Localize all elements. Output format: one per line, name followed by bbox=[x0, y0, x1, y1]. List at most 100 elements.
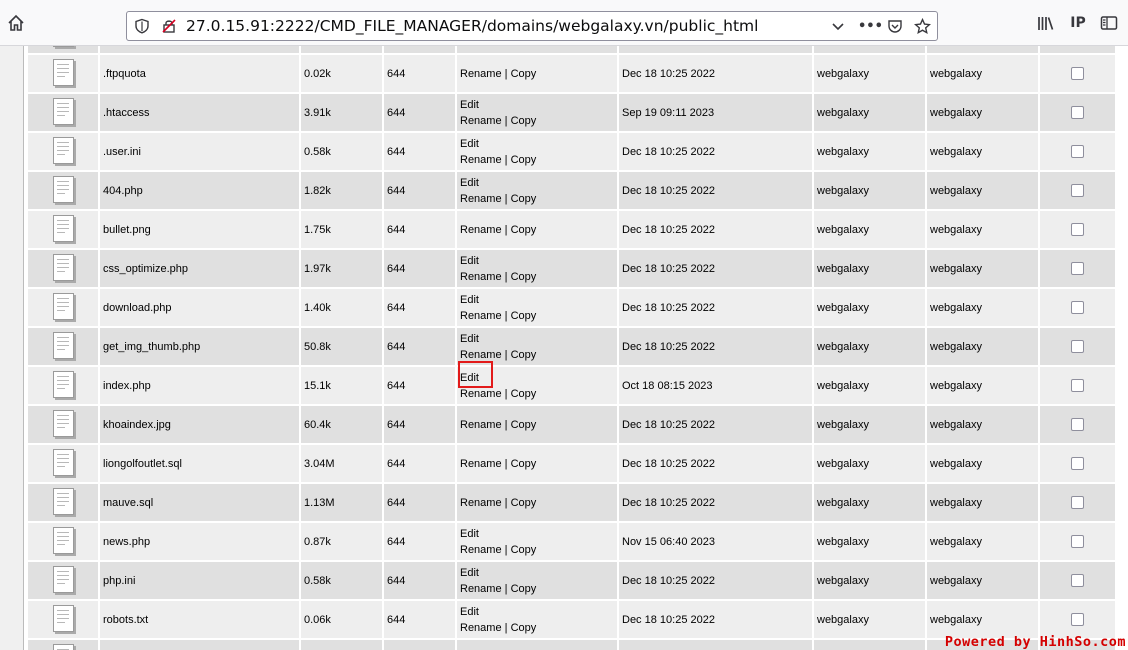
file-name[interactable]: robots.txt bbox=[100, 601, 299, 638]
file-permission[interactable]: 644 bbox=[384, 445, 455, 482]
copy-link[interactable]: Copy bbox=[511, 224, 537, 236]
file-icon[interactable] bbox=[52, 136, 74, 164]
file-name[interactable]: css_optimize.php bbox=[100, 250, 299, 287]
select-checkbox[interactable] bbox=[1071, 145, 1084, 158]
copy-link[interactable]: Copy bbox=[511, 193, 537, 205]
rename-link[interactable]: Rename bbox=[460, 115, 502, 127]
rename-link[interactable]: Rename bbox=[460, 388, 502, 400]
select-checkbox[interactable] bbox=[1071, 262, 1084, 275]
file-permission[interactable]: 644 bbox=[384, 289, 455, 326]
select-checkbox[interactable] bbox=[1071, 223, 1084, 236]
copy-link[interactable]: Copy bbox=[511, 310, 537, 322]
file-permission[interactable] bbox=[384, 46, 455, 53]
edit-link[interactable]: Edit bbox=[460, 177, 479, 189]
file-permission[interactable]: 644 bbox=[384, 328, 455, 365]
copy-link[interactable]: Copy bbox=[511, 349, 537, 361]
file-icon[interactable] bbox=[52, 448, 74, 476]
copy-link[interactable]: Copy bbox=[511, 271, 537, 283]
edit-link[interactable]: Edit bbox=[460, 138, 479, 150]
edit-link[interactable]: Edit bbox=[460, 606, 479, 618]
copy-link[interactable]: Copy bbox=[511, 544, 537, 556]
copy-link[interactable]: Copy bbox=[511, 115, 537, 127]
file-permission[interactable]: 644 bbox=[384, 562, 455, 599]
rename-link[interactable]: Rename bbox=[460, 458, 502, 470]
select-checkbox[interactable] bbox=[1071, 106, 1084, 119]
file-permission[interactable]: 644 bbox=[384, 211, 455, 248]
rename-link[interactable]: Rename bbox=[460, 419, 502, 431]
rename-link[interactable]: Rename bbox=[460, 193, 502, 205]
insecure-lock-icon[interactable] bbox=[160, 18, 178, 36]
file-name[interactable]: .htaccess bbox=[100, 94, 299, 131]
copy-link[interactable]: Copy bbox=[511, 68, 537, 80]
file-icon[interactable] bbox=[52, 487, 74, 515]
file-name[interactable]: .ftpquota bbox=[100, 55, 299, 92]
file-permission[interactable]: 644 bbox=[384, 406, 455, 443]
file-icon[interactable] bbox=[52, 604, 74, 632]
select-checkbox[interactable] bbox=[1071, 457, 1084, 470]
file-name[interactable]: mauve.sql bbox=[100, 484, 299, 521]
select-checkbox[interactable] bbox=[1071, 67, 1084, 80]
file-icon[interactable] bbox=[52, 214, 74, 242]
copy-link[interactable]: Copy bbox=[511, 388, 537, 400]
file-permission[interactable]: 644 bbox=[384, 367, 455, 404]
file-icon[interactable] bbox=[52, 565, 74, 593]
select-checkbox[interactable] bbox=[1071, 379, 1084, 392]
file-name[interactable]: .user.ini bbox=[100, 133, 299, 170]
copy-link[interactable]: Copy bbox=[511, 419, 537, 431]
file-name[interactable]: download.php bbox=[100, 289, 299, 326]
file-icon[interactable] bbox=[52, 370, 74, 398]
file-permission[interactable] bbox=[384, 640, 455, 650]
file-name[interactable]: index.php bbox=[100, 367, 299, 404]
url-bar[interactable]: 27.0.15.91:2222/CMD_FILE_MANAGER/domains… bbox=[126, 11, 938, 41]
file-icon[interactable] bbox=[52, 643, 74, 650]
file-icon[interactable] bbox=[52, 526, 74, 554]
file-permission[interactable]: 644 bbox=[384, 523, 455, 560]
edit-link[interactable]: Edit bbox=[460, 99, 479, 111]
copy-link[interactable]: Copy bbox=[511, 622, 537, 634]
shield-icon[interactable] bbox=[133, 18, 151, 36]
rename-link[interactable]: Rename bbox=[460, 310, 502, 322]
file-name[interactable]: get_img_thumb.php bbox=[100, 328, 299, 365]
home-icon[interactable] bbox=[6, 13, 26, 33]
file-icon[interactable] bbox=[52, 331, 74, 359]
file-name[interactable]: news.php bbox=[100, 523, 299, 560]
select-checkbox[interactable] bbox=[1071, 613, 1084, 626]
star-bookmark-icon[interactable] bbox=[913, 17, 931, 36]
file-permission[interactable]: 644 bbox=[384, 250, 455, 287]
file-name[interactable] bbox=[100, 640, 299, 650]
rename-link[interactable]: Rename bbox=[460, 224, 502, 236]
file-icon[interactable] bbox=[52, 292, 74, 320]
edit-link[interactable]: Edit bbox=[460, 255, 479, 267]
file-permission[interactable]: 644 bbox=[384, 601, 455, 638]
rename-link[interactable]: Rename bbox=[460, 497, 502, 509]
copy-link[interactable]: Copy bbox=[511, 583, 537, 595]
file-name[interactable]: khoaindex.jpg bbox=[100, 406, 299, 443]
edit-link[interactable]: Edit bbox=[460, 294, 479, 306]
url-text[interactable]: 27.0.15.91:2222/CMD_FILE_MANAGER/domains… bbox=[186, 17, 758, 35]
select-checkbox[interactable] bbox=[1071, 418, 1084, 431]
rename-link[interactable]: Rename bbox=[460, 583, 502, 595]
file-permission[interactable]: 644 bbox=[384, 133, 455, 170]
copy-link[interactable]: Copy bbox=[511, 497, 537, 509]
select-checkbox[interactable] bbox=[1071, 340, 1084, 353]
extension-ip-icon[interactable]: IP bbox=[1068, 13, 1088, 33]
file-icon[interactable] bbox=[52, 97, 74, 125]
file-permission[interactable]: 644 bbox=[384, 484, 455, 521]
file-permission[interactable]: 644 bbox=[384, 94, 455, 131]
more-options-icon[interactable]: ••• bbox=[858, 18, 883, 36]
select-checkbox[interactable] bbox=[1071, 301, 1084, 314]
rename-link[interactable]: Rename bbox=[460, 271, 502, 283]
pocket-icon[interactable] bbox=[886, 18, 904, 36]
file-icon[interactable] bbox=[52, 409, 74, 437]
file-icon[interactable] bbox=[52, 46, 74, 47]
file-permission[interactable]: 644 bbox=[384, 172, 455, 209]
file-icon[interactable] bbox=[52, 253, 74, 281]
file-icon[interactable] bbox=[52, 58, 74, 86]
rename-link[interactable]: Rename bbox=[460, 154, 502, 166]
file-name[interactable]: bullet.png bbox=[100, 211, 299, 248]
sidebar-icon[interactable] bbox=[1099, 13, 1119, 33]
file-permission[interactable]: 644 bbox=[384, 55, 455, 92]
select-checkbox[interactable] bbox=[1071, 535, 1084, 548]
select-checkbox[interactable] bbox=[1071, 184, 1084, 197]
file-name[interactable]: 404.php bbox=[100, 172, 299, 209]
